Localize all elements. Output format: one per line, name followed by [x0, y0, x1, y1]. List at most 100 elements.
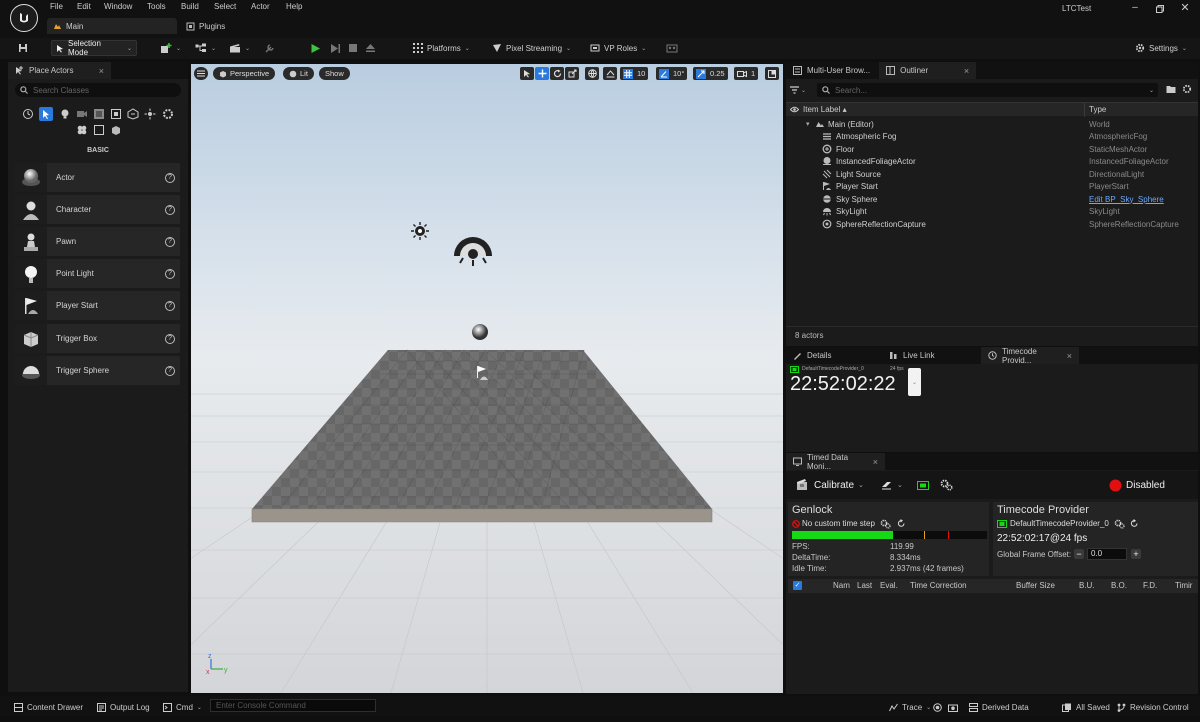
restore-button[interactable] — [1153, 2, 1167, 16]
close-tab-icon[interactable]: × — [873, 457, 878, 467]
column-eval[interactable]: Eval. — [880, 581, 898, 590]
world-space-icon[interactable] — [585, 67, 599, 80]
expand-arrow-icon[interactable]: ▾ — [806, 120, 810, 128]
filter-button[interactable]: ⌄ — [790, 84, 810, 96]
shapes-icon[interactable] — [76, 124, 88, 136]
add-actor-button[interactable]: ⌄ — [156, 40, 185, 56]
actor-list-item-point-light[interactable]: Point Light ? — [15, 259, 180, 288]
scale-snap-button[interactable]: 0.25 — [693, 67, 728, 80]
column-fd[interactable]: F.D. — [1143, 581, 1157, 590]
advance-frame-button[interactable] — [326, 40, 345, 56]
outliner-search-input[interactable]: Search... ⌄ — [817, 83, 1158, 97]
select-mode-icon[interactable] — [520, 67, 534, 80]
column-bo[interactable]: B.O. — [1111, 581, 1127, 590]
modeling-button[interactable] — [260, 40, 279, 56]
vp-roles-dropdown[interactable]: VP Roles ⌄ — [586, 40, 650, 56]
viewport-options-button[interactable] — [194, 67, 208, 80]
unreal-logo-icon[interactable] — [10, 4, 38, 32]
recent-icon[interactable] — [22, 108, 34, 120]
reset-icon[interactable] — [897, 519, 906, 528]
cinematics-button[interactable]: ⌄ — [225, 40, 254, 56]
eject-button[interactable] — [361, 40, 380, 56]
outliner-row[interactable]: Light Source DirectionalLight — [786, 168, 1198, 180]
screenshot-button[interactable] — [948, 700, 958, 714]
menu-help[interactable]: Help — [286, 2, 302, 11]
selection-mode-dropdown[interactable]: Selection Mode ⌄ — [51, 39, 137, 57]
tab-timed-data-monitor[interactable]: Timed Data Moni... × — [786, 453, 885, 471]
tab-details[interactable]: Details — [786, 347, 882, 364]
column-name[interactable]: Nam — [833, 581, 850, 590]
decrease-offset-button[interactable]: − — [1074, 549, 1084, 559]
stop-button[interactable] — [344, 40, 362, 56]
actor-list-item-pawn[interactable]: Pawn ? — [15, 227, 180, 256]
column-time-correction[interactable]: Time Correction — [910, 581, 967, 590]
derived-data-button[interactable]: Derived Data — [969, 700, 1029, 714]
tab-multi-user-browser[interactable]: Multi-User Brow... — [786, 62, 877, 79]
translate-mode-icon[interactable] — [535, 67, 549, 80]
tab-live-link[interactable]: Live Link — [882, 347, 981, 364]
camera-speed-button[interactable]: 1 — [734, 67, 759, 80]
settings-button[interactable]: Settings ⌄ — [1131, 40, 1191, 56]
chevron-down-icon[interactable]: ⌄ — [1149, 87, 1154, 94]
outliner-row[interactable]: InstancedFoliageActor InstancedFoliageAc… — [786, 155, 1198, 167]
tab-main[interactable]: Main — [47, 18, 177, 34]
add-folder-icon[interactable] — [1166, 84, 1176, 94]
actor-list-item-character[interactable]: Character ? — [15, 195, 180, 224]
content-drawer-button[interactable]: Content Drawer — [14, 700, 83, 714]
record-button[interactable] — [933, 700, 942, 714]
item-label-column[interactable]: Item Label ▴ — [803, 105, 847, 114]
all-classes-icon[interactable] — [144, 108, 156, 120]
menu-window[interactable]: Window — [104, 2, 132, 11]
settings-category-icon[interactable] — [162, 108, 174, 120]
outliner-row[interactable]: Floor StaticMeshActor — [786, 143, 1198, 155]
actor-list-item-trigger-box[interactable]: Trigger Box ? — [15, 324, 180, 353]
outliner-row[interactable]: Player Start PlayerStart — [786, 180, 1198, 192]
tab-timecode-provider[interactable]: Timecode Provid... × — [981, 347, 1079, 365]
menu-select[interactable]: Select — [214, 2, 236, 11]
timecode-expand-button[interactable]: ⌄ — [908, 368, 921, 396]
help-icon[interactable]: ? — [165, 172, 175, 183]
all-saved-button[interactable]: All Saved — [1062, 700, 1110, 714]
edit-blueprint-link[interactable]: Edit BP_Sky_Sphere — [1089, 195, 1164, 204]
increase-offset-button[interactable]: + — [1131, 549, 1141, 559]
column-last[interactable]: Last — [857, 581, 872, 590]
tab-place-actors[interactable]: Place Actors × — [8, 62, 111, 79]
cube-icon[interactable] — [110, 124, 122, 136]
genlock-settings-icon[interactable] — [880, 519, 891, 529]
close-tab-icon[interactable]: × — [1067, 351, 1072, 361]
show-button[interactable]: Show — [319, 67, 350, 80]
menu-tools[interactable]: Tools — [147, 2, 166, 11]
type-column[interactable]: Type — [1089, 105, 1106, 114]
platforms-dropdown[interactable]: Platforms ⌄ — [409, 40, 474, 56]
menu-actor[interactable]: Actor — [251, 2, 270, 11]
help-icon[interactable]: ? — [165, 300, 175, 311]
visual-effects-icon[interactable] — [93, 108, 105, 120]
rotation-snap-button[interactable]: 10° — [656, 67, 688, 80]
column-bu[interactable]: B.U. — [1079, 581, 1095, 590]
revision-control-button[interactable]: Revision Control — [1117, 700, 1189, 714]
save-button[interactable] — [14, 40, 32, 56]
level-viewport[interactable]: z y x — [191, 64, 783, 693]
close-tab-icon[interactable]: × — [964, 66, 969, 76]
trace-button[interactable]: Trace ⌄ — [889, 700, 931, 714]
column-timing[interactable]: Timir — [1175, 581, 1192, 590]
search-classes-input[interactable]: Search Classes — [15, 83, 181, 97]
actor-list-item-trigger-sphere[interactable]: Trigger Sphere ? — [15, 356, 180, 385]
outliner-row[interactable]: SphereReflectionCapture SphereReflection… — [786, 218, 1198, 230]
cmd-dropdown[interactable]: Cmd ⌄ — [163, 700, 202, 714]
reset-button[interactable]: ⌄ — [877, 476, 907, 494]
disabled-status[interactable]: Disabled — [1105, 476, 1169, 494]
outliner-row-world[interactable]: ▾ Main (Editor) World — [786, 118, 1198, 130]
outliner-row[interactable]: Sky Sphere Edit BP_Sky_Sphere — [786, 193, 1198, 205]
pixel-streaming-dropdown[interactable]: Pixel Streaming ⌄ — [488, 40, 575, 56]
visibility-column-icon[interactable] — [790, 106, 799, 113]
lit-button[interactable]: Lit — [283, 67, 314, 80]
basic-category-icon[interactable] — [39, 107, 53, 121]
outliner-settings-icon[interactable] — [1182, 84, 1192, 94]
calibrate-button[interactable]: Calibrate ⌄ — [792, 476, 868, 494]
menu-build[interactable]: Build — [181, 2, 199, 11]
column-buffer-size[interactable]: Buffer Size — [1016, 581, 1055, 590]
rotate-mode-icon[interactable] — [550, 67, 564, 80]
geometry-icon[interactable] — [110, 108, 122, 120]
grid-snap-button[interactable]: 10 — [620, 67, 649, 80]
